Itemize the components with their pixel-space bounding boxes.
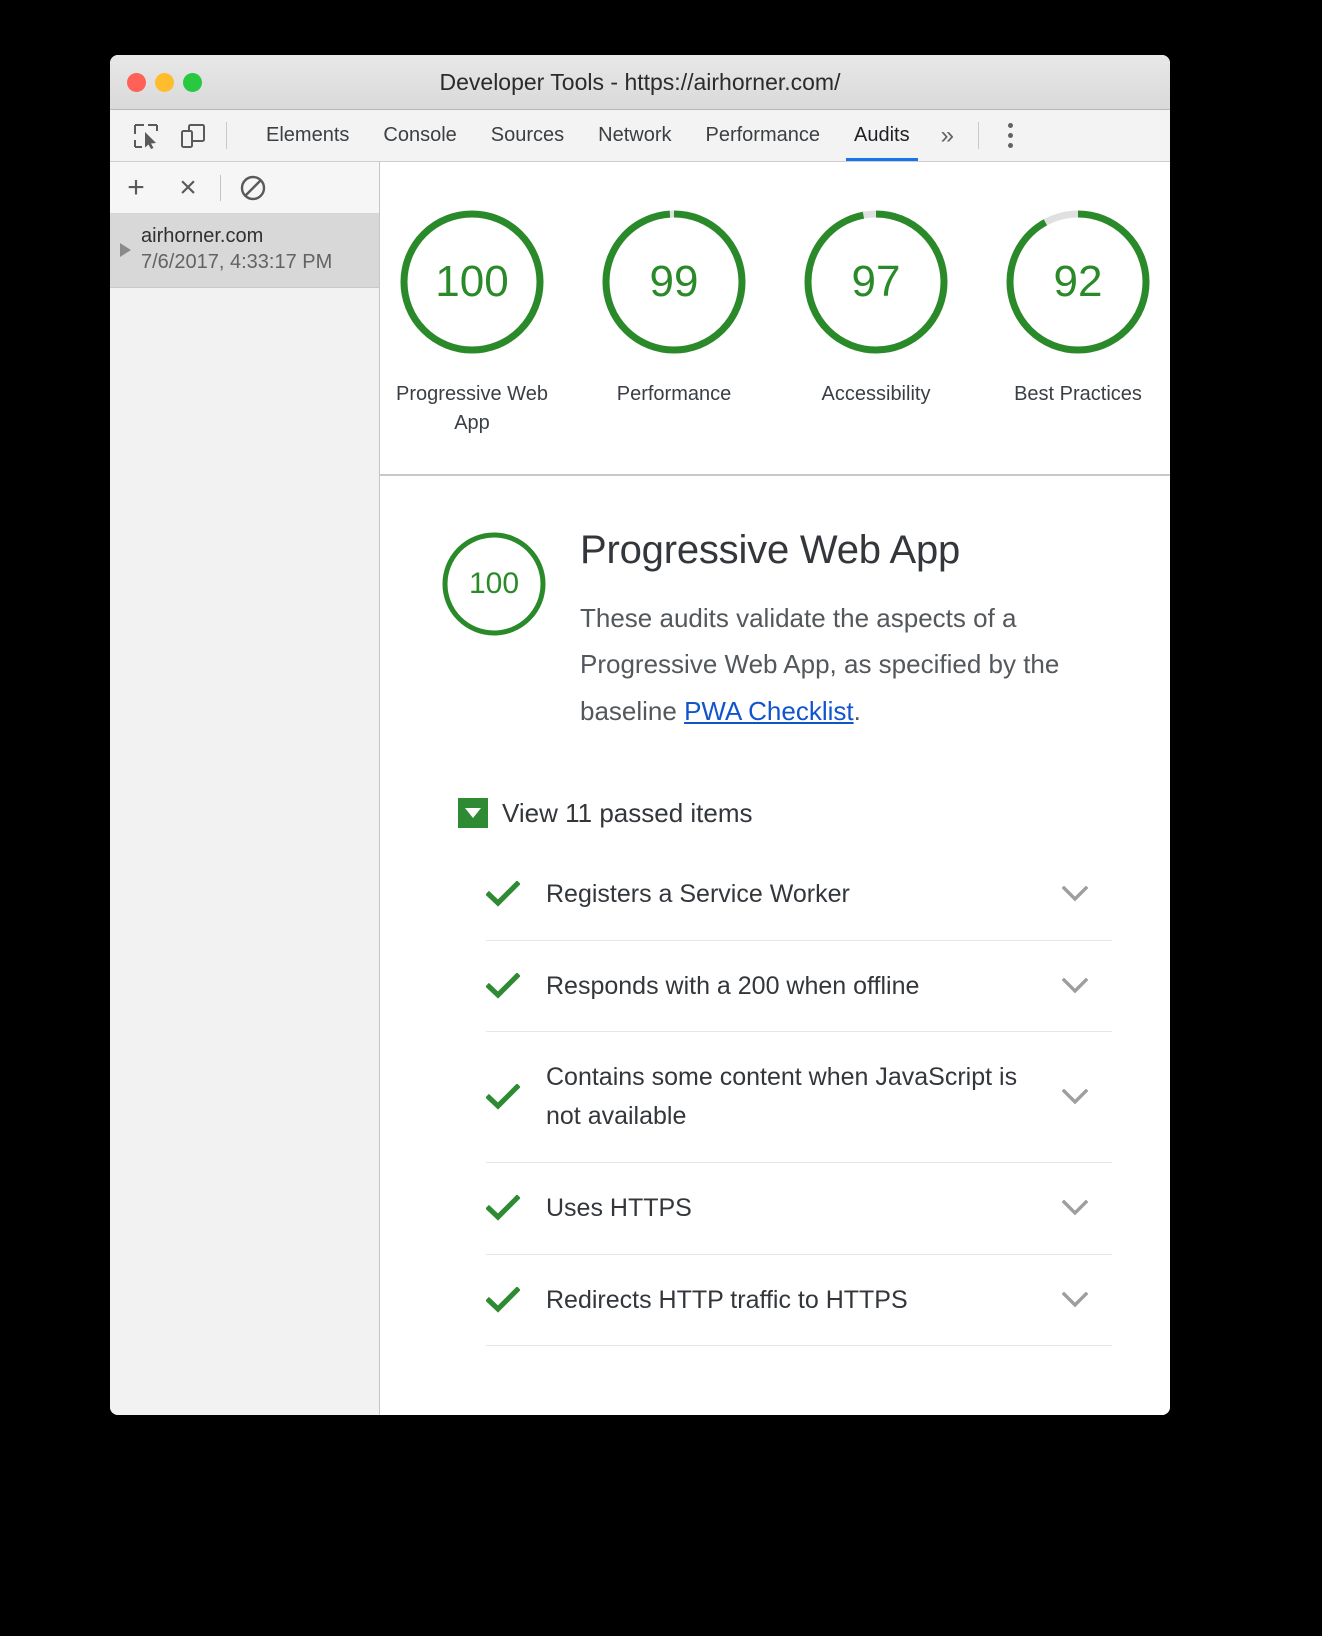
chevron-down-icon[interactable]	[1058, 1089, 1092, 1105]
page-title: Progressive Web App	[580, 528, 961, 572]
minimize-window-button[interactable]	[155, 72, 174, 92]
devtools-body: + × airhorner.com 7/6/2017, 4:33:17 PM 1…	[110, 162, 1170, 1415]
audit-item-title: Contains some content when JavaScript is…	[546, 1063, 1018, 1131]
kebab-menu-icon[interactable]	[989, 110, 1033, 161]
title-bar: Developer Tools - https://airhorner.com/	[110, 55, 1170, 110]
tab-label: Sources	[490, 124, 565, 146]
check-icon	[486, 1195, 520, 1221]
close-window-button[interactable]	[127, 72, 146, 92]
toolbar-divider-2	[977, 122, 979, 149]
audit-host: airhorner.com	[141, 225, 264, 247]
devtools-window: Developer Tools - https://airhorner.com/…	[110, 55, 1170, 1415]
gauge-label: Accessibility	[821, 383, 931, 405]
audit-item-title: Redirects HTTP traffic to HTTPS	[546, 1285, 908, 1314]
tab-label: Performance	[705, 124, 821, 146]
audit-item[interactable]: Uses HTTPS	[486, 1163, 1112, 1255]
gauge-ring: 100	[394, 204, 550, 360]
audit-history-item[interactable]: airhorner.com 7/6/2017, 4:33:17 PM	[110, 214, 379, 289]
description-text-after: .	[853, 695, 861, 726]
gauge-pwa[interactable]: 100 Progressive Web App	[381, 204, 563, 438]
gauge-performance[interactable]: 99 Performance	[583, 204, 765, 438]
audit-timestamp: 7/6/2017, 4:33:17 PM	[141, 250, 333, 273]
pwa-section-body: Progressive Web App These audits validat…	[580, 528, 1112, 734]
tab-label: Audits	[854, 124, 910, 146]
pwa-section-score: 100	[468, 567, 520, 600]
device-toolbar-icon[interactable]	[169, 110, 216, 161]
tab-sources[interactable]: Sources	[474, 110, 581, 161]
audit-item[interactable]: Registers a Service Worker	[486, 865, 1112, 941]
audit-item-title: Registers a Service Worker	[546, 879, 850, 908]
tab-label: Network	[598, 124, 672, 146]
tab-elements[interactable]: Elements	[249, 110, 366, 161]
pwa-section-gauge: 100	[438, 528, 550, 640]
audit-item[interactable]: Contains some content when JavaScript is…	[486, 1032, 1112, 1163]
view-passed-items-toggle[interactable]: View 11 passed items	[458, 798, 1112, 829]
gauge-ring: 92	[1000, 204, 1156, 360]
triangle-right-icon[interactable]	[120, 242, 131, 257]
gauge-accessibility[interactable]: 97 Accessibility	[785, 204, 967, 438]
gauge-value: 100	[435, 257, 509, 306]
score-gauges: 100 Progressive Web App 99 Performance 9…	[380, 162, 1170, 476]
chevron-down-icon[interactable]	[1058, 886, 1092, 902]
audit-item[interactable]: Responds with a 200 when offline	[486, 941, 1112, 1033]
gauge-best-practices[interactable]: 92 Best Practices	[987, 204, 1169, 438]
gauge-ring: 99	[596, 204, 752, 360]
toolbar-divider	[226, 122, 227, 149]
audit-item-title: Uses HTTPS	[546, 1193, 692, 1222]
sidebar-divider	[220, 174, 221, 201]
chevron-down-icon[interactable]	[1058, 977, 1092, 994]
gauge-label: Progressive Web App	[396, 383, 548, 434]
zoom-window-button[interactable]	[183, 72, 202, 92]
pwa-section: 100 Progressive Web App These audits val…	[380, 476, 1170, 1415]
panel-tabs: Elements Console Sources Network Perform…	[249, 110, 927, 161]
audits-sidebar: + × airhorner.com 7/6/2017, 4:33:17 PM	[110, 162, 380, 1415]
chevron-down-icon[interactable]	[1058, 1200, 1092, 1216]
window-title: Developer Tools - https://airhorner.com/	[439, 68, 841, 95]
chevron-down-icon[interactable]	[1058, 1291, 1092, 1308]
devtools-tab-strip: Elements Console Sources Network Perform…	[110, 110, 1170, 162]
clear-audit-button[interactable]: ×	[162, 162, 214, 214]
check-icon	[486, 972, 520, 999]
passed-audits-list: Registers a Service Worker Responds with…	[486, 865, 1112, 1347]
view-passed-items-label: View 11 passed items	[502, 797, 753, 828]
tab-performance[interactable]: Performance	[689, 110, 838, 161]
tab-audits[interactable]: Audits	[837, 110, 927, 161]
audit-item-title: Responds with a 200 when offline	[546, 971, 920, 1000]
triangle-down-icon[interactable]	[458, 798, 488, 829]
pwa-checklist-link[interactable]: PWA Checklist	[684, 696, 854, 726]
gauge-ring: 97	[798, 204, 954, 360]
tab-network[interactable]: Network	[581, 110, 688, 161]
traffic-lights	[127, 72, 202, 92]
check-icon	[486, 1084, 520, 1110]
gauge-value: 92	[1053, 257, 1103, 306]
audit-item[interactable]: Redirects HTTP traffic to HTTPS	[486, 1255, 1112, 1347]
check-icon	[486, 881, 520, 907]
no-entry-icon[interactable]	[227, 162, 279, 214]
gauge-label: Best Practices	[1014, 383, 1142, 405]
more-tabs-icon[interactable]: »	[927, 110, 968, 161]
tab-label: Elements	[266, 124, 350, 146]
sidebar-toolbar: + ×	[110, 162, 379, 214]
gauge-value: 97	[851, 257, 901, 306]
audits-results-pane: 100 Progressive Web App 99 Performance 9…	[380, 162, 1170, 1415]
add-audit-button[interactable]: +	[110, 162, 162, 214]
inspect-element-icon[interactable]	[122, 110, 169, 161]
check-icon	[486, 1286, 520, 1313]
tab-console[interactable]: Console	[366, 110, 473, 161]
pwa-section-description: These audits validate the aspects of a P…	[580, 595, 1112, 734]
tab-label: Console	[383, 124, 457, 146]
gauge-value: 99	[649, 257, 699, 306]
pwa-section-header: 100 Progressive Web App These audits val…	[438, 528, 1112, 734]
gauge-label: Performance	[616, 383, 732, 405]
audit-history-item-text: airhorner.com 7/6/2017, 4:33:17 PM	[141, 224, 332, 275]
